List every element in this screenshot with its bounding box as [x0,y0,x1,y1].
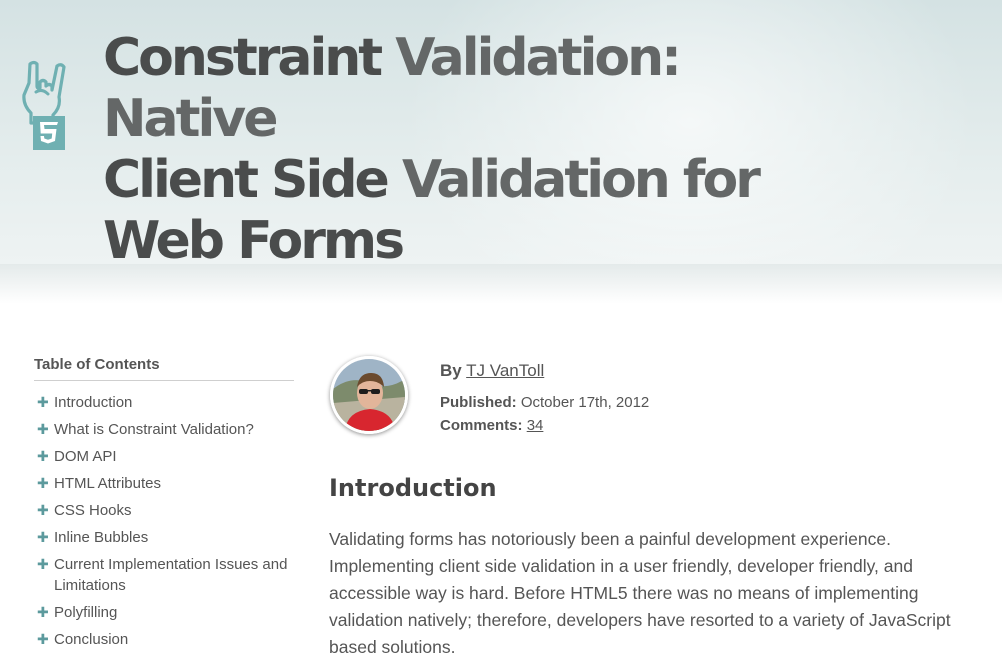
toc-item-implementation-issues[interactable]: ✚ Current Implementation Issues and Limit… [34,554,294,596]
toc-item-dom-api[interactable]: ✚ DOM API [34,446,294,467]
published-label: Published: [440,394,517,411]
intro-paragraph: Validating forms has notoriously been a … [329,529,951,657]
toc-item-inline-bubbles[interactable]: ✚ Inline Bubbles [34,527,294,548]
toc-item-polyfilling[interactable]: ✚ Polyfilling [34,602,294,623]
plus-icon: ✚ [37,556,49,572]
toc-item-what-is-constraint-validation[interactable]: ✚ What is Constraint Validation? [34,419,294,440]
comments-link[interactable]: 34 [527,417,544,434]
plus-icon: ✚ [37,502,49,518]
toc-heading: Table of Contents [34,356,294,381]
toc-item-label[interactable]: Inline Bubbles [54,529,148,546]
plus-icon: ✚ [37,475,49,491]
published-date: October 17th, 2012 [520,394,650,411]
comments-label: Comments: [440,417,523,434]
author-info: By TJ VanToll Published: October 17th, 2… [330,356,990,436]
author-avatar [330,356,408,434]
by-label: By [440,361,462,380]
author-line: By TJ VanToll [440,359,649,391]
author-link[interactable]: TJ VanToll [466,361,544,380]
title-part-3: Client Side [103,150,390,210]
toc-list: ✚ Introduction ✚ What is Constraint Valida… [34,392,294,650]
plus-icon: ✚ [37,394,49,410]
title-part-1: Constraint [103,28,383,88]
toc-item-label[interactable]: Conclusion [54,631,128,648]
toc-item-label[interactable]: CSS Hooks [54,502,132,519]
plus-icon: ✚ [37,421,49,437]
published-line: Published: October 17th, 2012 [440,391,649,414]
header-shadow [0,264,1002,304]
toc-item-label[interactable]: DOM API [54,448,117,465]
article-title: Constraint Validation: Native Client Sid… [103,28,823,264]
title-part-5: Web Forms [103,211,405,264]
toc-item-label[interactable]: Current Implementation Issues and Limita… [54,556,287,594]
plus-icon: ✚ [37,529,49,545]
comments-line: Comments: 34 [440,414,649,437]
plus-icon: ✚ [37,448,49,464]
plus-icon: ✚ [37,604,49,620]
html5-rock-hand-icon[interactable] [22,56,72,154]
toc-item-label[interactable]: Introduction [54,394,132,411]
plus-icon: ✚ [37,631,49,647]
article-meta: By TJ VanToll Published: October 17th, 2… [440,359,649,437]
table-of-contents: Table of Contents ✚ Introduction ✚ What is… [34,356,294,656]
toc-item-html-attributes[interactable]: ✚ HTML Attributes [34,473,294,494]
toc-item-label[interactable]: What is Constraint Validation? [54,421,254,438]
page-header: Constraint Validation: Native Client Sid… [0,0,1002,264]
toc-item-css-hooks[interactable]: ✚ CSS Hooks [34,500,294,521]
toc-item-label[interactable]: HTML Attributes [54,475,161,492]
toc-item-label[interactable]: Polyfilling [54,604,117,621]
title-part-4: Validation for [401,150,761,210]
section-heading-introduction: Introduction [329,474,497,502]
toc-item-conclusion[interactable]: ✚ Conclusion [34,629,294,650]
toc-item-introduction[interactable]: ✚ Introduction [34,392,294,413]
